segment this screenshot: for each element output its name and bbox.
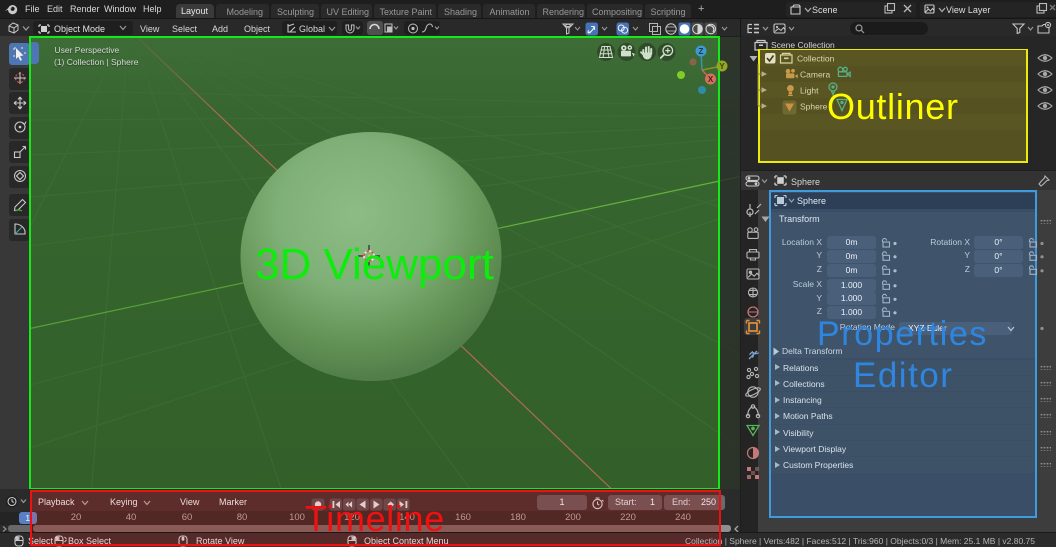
svg-text:Y: Y <box>719 62 725 71</box>
svg-text:Sphere: Sphere <box>800 102 828 112</box>
svg-text:X: X <box>708 75 714 84</box>
svg-text:Z: Z <box>699 47 704 56</box>
svg-text:Collection: Collection <box>797 54 835 64</box>
svg-text:Light: Light <box>800 86 819 96</box>
svg-text:Camera: Camera <box>800 70 831 80</box>
